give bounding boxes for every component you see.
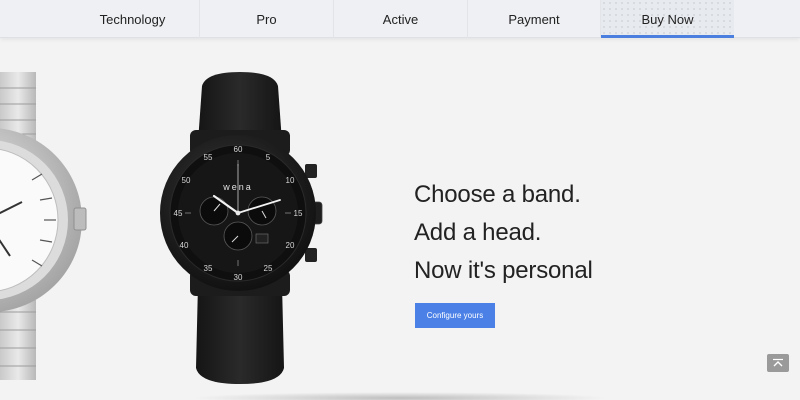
chevron-up-icon bbox=[773, 358, 783, 367]
silver-watch-image bbox=[0, 72, 87, 380]
svg-text:5: 5 bbox=[266, 153, 271, 162]
back-to-top-button[interactable] bbox=[767, 354, 789, 372]
svg-text:15: 15 bbox=[294, 209, 303, 218]
section-divider-shadow bbox=[190, 392, 610, 400]
svg-text:40: 40 bbox=[180, 241, 189, 250]
svg-text:20: 20 bbox=[286, 241, 295, 250]
top-navigation: Technology Pro Active Payment Buy Now bbox=[0, 0, 800, 38]
nav-tab-active[interactable]: Active bbox=[333, 0, 467, 38]
hero-headline: Choose a band. Add a head. Now it's pers… bbox=[414, 176, 593, 290]
black-watch-image: 60 5 10 15 20 25 30 35 40 45 50 55 wena bbox=[160, 72, 323, 384]
svg-text:25: 25 bbox=[264, 264, 273, 273]
brand-mark: wena bbox=[222, 182, 253, 192]
headline-line-1: Choose a band. bbox=[414, 181, 581, 208]
nav-tab-buy-now[interactable]: Buy Now bbox=[600, 0, 734, 38]
headline-line-2: Add a head. bbox=[414, 219, 542, 246]
svg-text:50: 50 bbox=[182, 176, 191, 185]
svg-text:60: 60 bbox=[234, 145, 243, 154]
headline-line-3: Now it's personal bbox=[414, 257, 593, 284]
configure-yours-button[interactable]: Configure yours bbox=[415, 303, 495, 328]
svg-text:35: 35 bbox=[204, 264, 213, 273]
nav-tab-pro[interactable]: Pro bbox=[199, 0, 333, 38]
svg-text:45: 45 bbox=[174, 209, 183, 218]
nav-tab-technology[interactable]: Technology bbox=[66, 0, 199, 38]
svg-text:30: 30 bbox=[234, 273, 243, 282]
svg-text:55: 55 bbox=[204, 153, 213, 162]
svg-text:10: 10 bbox=[286, 176, 295, 185]
nav-tab-payment[interactable]: Payment bbox=[467, 0, 600, 38]
